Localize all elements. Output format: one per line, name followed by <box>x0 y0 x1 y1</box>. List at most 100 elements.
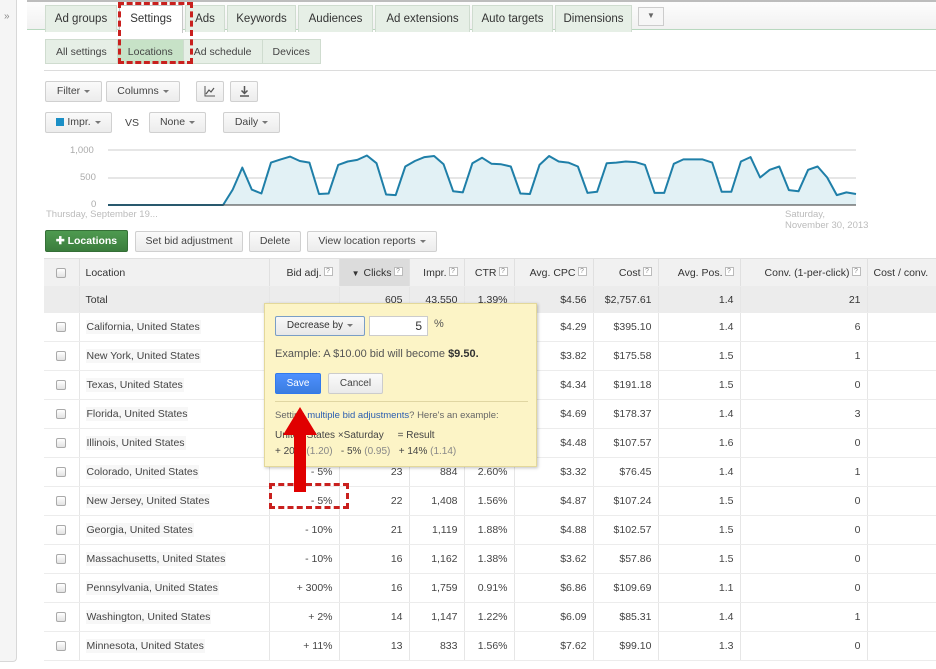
column-header-avg-pos[interactable]: Avg. Pos.? <box>658 258 741 287</box>
column-header-ctr[interactable]: CTR? <box>464 258 515 287</box>
location-cell[interactable]: California, United States <box>79 312 270 342</box>
column-header-cost-per-conv[interactable]: Cost / conv. <box>867 258 936 287</box>
row-checkbox[interactable] <box>56 612 67 623</box>
subtab-devices[interactable]: Devices <box>261 39 321 64</box>
main-tab-bar: Ad groups Settings Ads Keywords Audience… <box>27 0 936 33</box>
location-cell[interactable]: Washington, United States <box>79 602 270 632</box>
column-header-impr[interactable]: Impr.? <box>409 258 465 287</box>
row-checkbox[interactable] <box>56 467 67 478</box>
select-all-checkbox[interactable] <box>56 267 67 278</box>
impr-cell: 1,147 <box>409 602 465 632</box>
row-checkbox-cell <box>44 573 80 603</box>
row-checkbox[interactable] <box>56 380 67 391</box>
help-icon[interactable]: ? <box>642 266 652 276</box>
column-header-bid-adj[interactable]: Bid adj.? <box>269 258 340 287</box>
location-cell[interactable]: New York, United States <box>79 341 270 371</box>
bid-cell[interactable]: + 300% <box>269 573 340 603</box>
bid-cell[interactable]: + 11% <box>269 631 340 661</box>
example-result: $9.50. <box>448 348 479 360</box>
tab-auto-targets[interactable]: Auto targets <box>472 5 553 32</box>
column-header-cost[interactable]: Cost? <box>593 258 659 287</box>
row-checkbox[interactable] <box>56 322 67 333</box>
save-button[interactable]: Save <box>275 373 321 394</box>
adjustment-value-input[interactable] <box>369 316 428 336</box>
filter-button[interactable]: Filter <box>45 81 102 102</box>
set-bid-adjustment-button[interactable]: Set bid adjustment <box>135 231 243 252</box>
tab-ad-extensions[interactable]: Ad extensions <box>375 5 470 32</box>
clicks-cell: 16 <box>339 573 410 603</box>
subtab-all-settings[interactable]: All settings <box>45 39 118 64</box>
metric2-select[interactable]: None <box>149 112 206 133</box>
cancel-button[interactable]: Cancel <box>328 373 383 394</box>
clicks-cell: 13 <box>339 631 410 661</box>
location-cell[interactable]: Colorado, United States <box>79 457 270 487</box>
help-icon[interactable]: ? <box>448 266 458 276</box>
location-cell[interactable]: Florida, United States <box>79 399 270 429</box>
view-location-reports-button[interactable]: View location reports <box>307 231 437 252</box>
more-tabs-dropdown[interactable]: ▼ <box>638 7 664 26</box>
bid-cell[interactable]: + 2% <box>269 602 340 632</box>
toggle-chart-button[interactable] <box>196 81 224 102</box>
location-cell[interactable]: Texas, United States <box>79 370 270 400</box>
columns-label: Columns <box>117 85 159 97</box>
adjustment-mode-dropdown[interactable]: Decrease by <box>275 316 365 336</box>
location-cell[interactable]: Minnesota, United States <box>79 631 270 661</box>
help-icon[interactable]: ? <box>323 266 333 276</box>
pos-cell: 1.4 <box>658 399 741 429</box>
row-checkbox[interactable] <box>56 496 67 507</box>
cost-per-conv-cell <box>867 544 936 574</box>
location-cell[interactable]: Illinois, United States <box>79 428 270 458</box>
help-icon[interactable]: ? <box>498 266 508 276</box>
row-checkbox[interactable] <box>56 641 67 652</box>
bid-cell[interactable]: - 10% <box>269 515 340 545</box>
location-cell[interactable]: Georgia, United States <box>79 515 270 545</box>
row-checkbox[interactable] <box>56 583 67 594</box>
help-icon[interactable]: ? <box>851 266 861 276</box>
location-cell[interactable]: Pennsylvania, United States <box>79 573 270 603</box>
column-header-location[interactable]: Location <box>79 258 270 287</box>
add-locations-button[interactable]: ✚ Locations <box>45 230 128 252</box>
download-button[interactable] <box>230 81 258 102</box>
conv-cell: 0 <box>740 631 868 661</box>
column-header-avg-cpc[interactable]: Avg. CPC? <box>514 258 594 287</box>
row-checkbox[interactable] <box>56 525 67 536</box>
row-checkbox[interactable] <box>56 438 67 449</box>
row-checkbox[interactable] <box>56 351 67 362</box>
conv-cell: 3 <box>740 399 868 429</box>
metric1-select[interactable]: Impr. <box>45 112 112 133</box>
pos-cell: 1.1 <box>658 573 741 603</box>
tab-ad-groups[interactable]: Ad groups <box>45 5 117 32</box>
tab-keywords[interactable]: Keywords <box>227 5 296 32</box>
tab-audiences[interactable]: Audiences <box>298 5 373 32</box>
expand-sidebar-icon[interactable]: » <box>4 11 10 22</box>
multiple-bid-adjustments-link[interactable]: multiple bid adjustments <box>307 410 409 421</box>
column-header-clicks[interactable]: ▼ Clicks? <box>339 258 410 287</box>
help-icon[interactable]: ? <box>393 266 403 276</box>
tab-settings[interactable]: Settings <box>119 5 183 33</box>
row-checkbox-cell <box>44 544 80 574</box>
cost-per-conv-cell <box>867 515 936 545</box>
columns-button[interactable]: Columns <box>106 81 180 102</box>
help-icon[interactable]: ? <box>577 266 587 276</box>
tab-ads[interactable]: Ads <box>185 5 225 32</box>
help-icon[interactable]: ? <box>724 266 734 276</box>
subtab-locations[interactable]: Locations <box>116 39 184 64</box>
column-header-conv[interactable]: Conv. (1-per-click)? <box>740 258 868 287</box>
caret-down-icon <box>189 120 196 124</box>
location-cell[interactable]: New Jersey, United States <box>79 486 270 516</box>
location-cell[interactable]: Massachusetts, United States <box>79 544 270 574</box>
chart-plot <box>108 149 857 206</box>
pos-cell: 1.5 <box>658 370 741 400</box>
subtab-ad-schedule[interactable]: Ad schedule <box>182 39 263 64</box>
bid-cell[interactable]: - 10% <box>269 544 340 574</box>
tab-dimensions[interactable]: Dimensions <box>555 5 632 32</box>
cost-per-conv-cell <box>867 486 936 516</box>
cpc-cell: $4.87 <box>514 486 594 516</box>
delete-button[interactable]: Delete <box>249 231 301 252</box>
row-checkbox[interactable] <box>56 409 67 420</box>
period-select[interactable]: Daily <box>223 112 280 133</box>
cost-cell: $109.69 <box>593 573 659 603</box>
location-name: Washington, United States <box>85 610 212 624</box>
conv-cell: 0 <box>740 370 868 400</box>
row-checkbox[interactable] <box>56 554 67 565</box>
